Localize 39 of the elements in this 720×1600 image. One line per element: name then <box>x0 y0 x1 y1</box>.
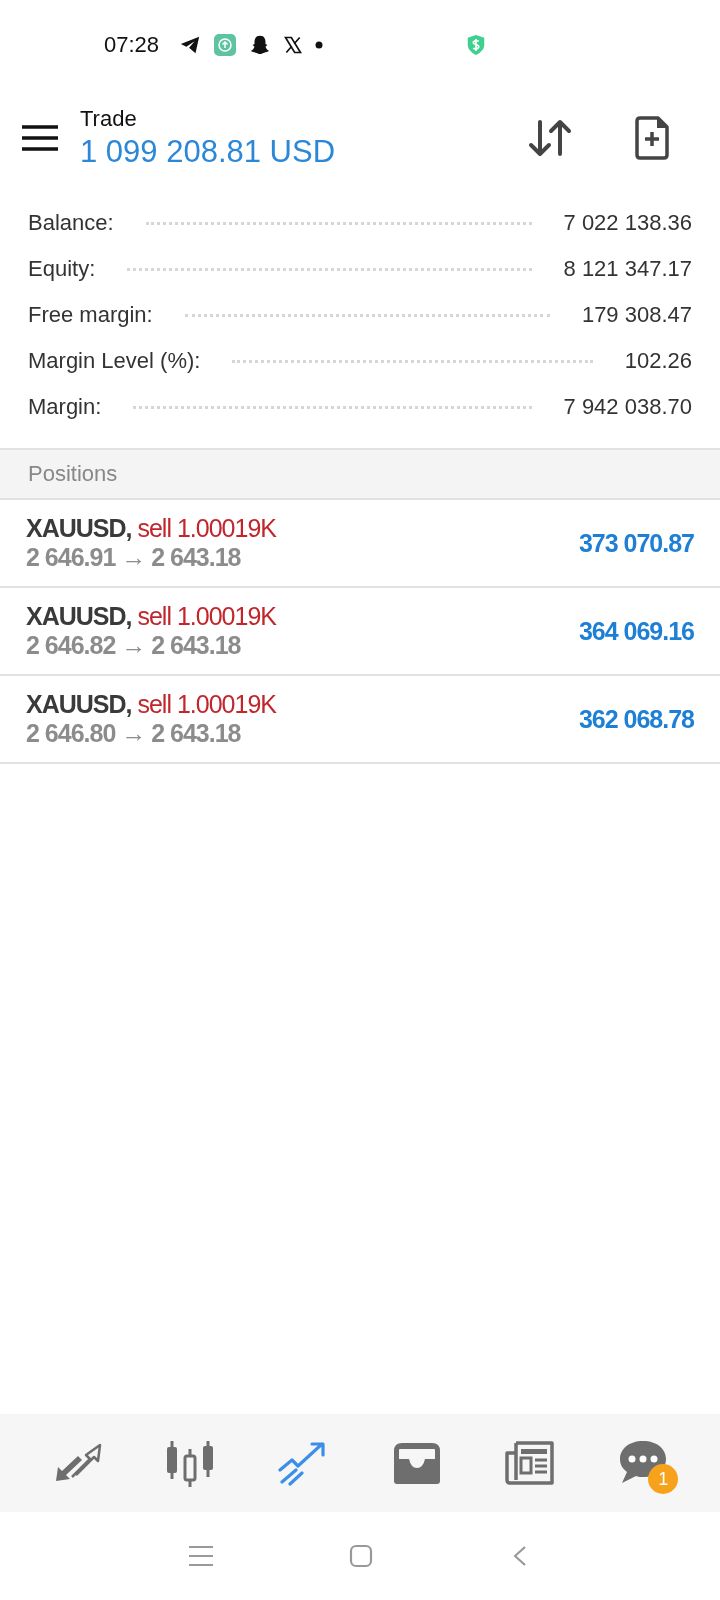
newspaper-icon <box>503 1439 556 1487</box>
summary-value: 179 308.47 <box>581 302 692 328</box>
summary-label: Free margin: <box>28 302 153 328</box>
summary-label: Margin: <box>28 394 102 420</box>
position-title: XAUUSD, sell 1.00019K <box>26 514 276 543</box>
summary-value: 8 121 347.17 <box>563 256 692 282</box>
position-prices: 2 646.82 → 2 643.18 <box>26 631 242 660</box>
position-prices: 2 646.80 → 2 643.18 <box>26 719 242 748</box>
summary-value: 102.26 <box>624 348 692 374</box>
summary-value: 7 022 138.36 <box>563 210 692 236</box>
summary-value: 7 942 038.70 <box>563 394 692 420</box>
position-row[interactable]: XAUUSD, sell 1.00019K 2 646.82 → 2 643.18 364 069.16 <box>0 588 720 676</box>
position-profit: 364 069.16 <box>578 616 694 646</box>
summary-label: Balance: <box>28 210 114 236</box>
upload-app-icon <box>213 33 238 57</box>
position-title: XAUUSD, sell 1.00019K <box>26 602 276 631</box>
notification-badge: 1 <box>648 1464 679 1494</box>
summary-label: Equity: <box>28 256 96 282</box>
candlestick-icon <box>165 1439 215 1487</box>
position-profit: 362 068.78 <box>578 704 694 734</box>
menu-icon[interactable] <box>22 125 58 151</box>
screen-title: Trade <box>80 106 138 132</box>
position-title: XAUUSD, sell 1.00019K <box>26 690 276 719</box>
section-header: Positions <box>0 448 720 500</box>
position-row[interactable]: XAUUSD, sell 1.00019K 2 646.91 → 2 643.18 373 070.87 <box>0 500 720 588</box>
home-icon[interactable] <box>349 1544 373 1568</box>
x-logo-icon <box>283 35 304 55</box>
dot-icon <box>315 41 324 49</box>
inbox-icon <box>391 1441 442 1485</box>
position-prices: 2 646.91 → 2 643.18 <box>26 543 242 572</box>
recents-icon[interactable] <box>187 1544 214 1568</box>
sort-icon[interactable] <box>528 118 572 158</box>
summary-label: Margin Level (%): <box>28 348 201 374</box>
paper-plane-icon <box>179 34 202 56</box>
position-profit: 373 070.87 <box>578 528 694 558</box>
account-equity: 1 099 208.81 USD <box>80 134 337 170</box>
new-document-icon[interactable] <box>634 116 670 160</box>
position-row[interactable]: XAUUSD, sell 1.00019K 2 646.80 → 2 643.18 362 068.78 <box>0 676 720 764</box>
status-time: 07:28 <box>104 32 160 58</box>
